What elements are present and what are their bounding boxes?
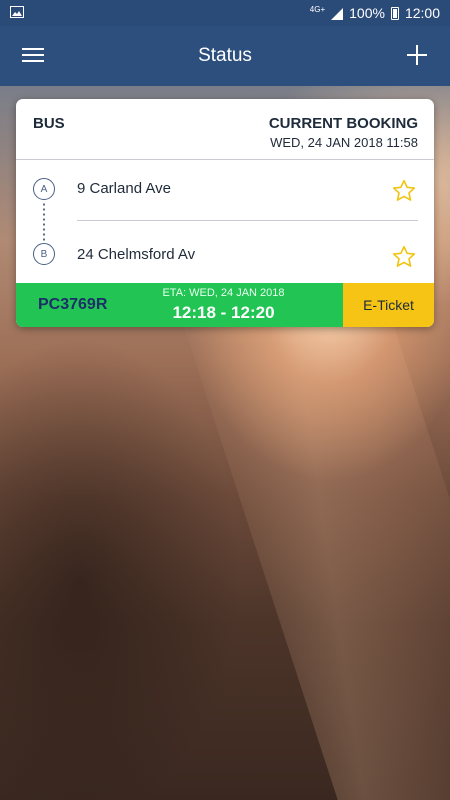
gallery-notification-icon — [10, 5, 24, 21]
status-time: 12:00 — [404, 5, 440, 21]
battery-icon — [390, 6, 399, 20]
status-bar: 4G+ 100% 12:00 — [0, 0, 450, 26]
stop-a-marker: A — [33, 178, 55, 200]
app-bar: Status — [0, 26, 450, 86]
stops-divider — [77, 220, 418, 221]
battery-percent: 100% — [349, 5, 385, 21]
hamburger-menu-icon[interactable] — [22, 48, 44, 64]
page-title: Status — [198, 45, 252, 66]
route-dotted-line — [43, 202, 45, 242]
transport-type: BUS — [33, 115, 65, 132]
favorite-dropoff-star-icon[interactable] — [391, 244, 417, 270]
booking-card-header: BUS CURRENT BOOKING WED, 24 JAN 2018 11:… — [16, 99, 434, 160]
route-stops: A B 9 Carland Ave 24 Chelmsford Av — [16, 160, 434, 283]
eta-time: 12:18 - 12:20 — [172, 303, 275, 322]
dropoff-address[interactable]: 24 Chelmsford Av — [77, 246, 195, 263]
eta-panel: PC3769R ETA: WED, 24 JAN 2018 12:18 - 12… — [16, 283, 343, 327]
booking-code: PC3769R — [38, 296, 108, 313]
plus-icon[interactable] — [406, 44, 428, 66]
pickup-address[interactable]: 9 Carland Ave — [77, 180, 171, 197]
eta-label: ETA: WED, 24 JAN 2018 — [162, 287, 285, 299]
stop-b-marker: B — [33, 243, 55, 265]
favorite-pickup-star-icon[interactable] — [391, 178, 417, 204]
network-type: 4G+ — [309, 5, 326, 14]
booking-footer: PC3769R ETA: WED, 24 JAN 2018 12:18 - 12… — [16, 283, 434, 327]
booking-card[interactable]: BUS CURRENT BOOKING WED, 24 JAN 2018 11:… — [16, 99, 434, 327]
current-booking-label: CURRENT BOOKING — [268, 115, 418, 132]
eticket-button[interactable]: E-Ticket — [343, 283, 434, 327]
signal-icon — [331, 7, 344, 20]
background-shade — [0, 330, 240, 800]
booking-datetime: WED, 24 JAN 2018 11:58 — [270, 135, 418, 150]
